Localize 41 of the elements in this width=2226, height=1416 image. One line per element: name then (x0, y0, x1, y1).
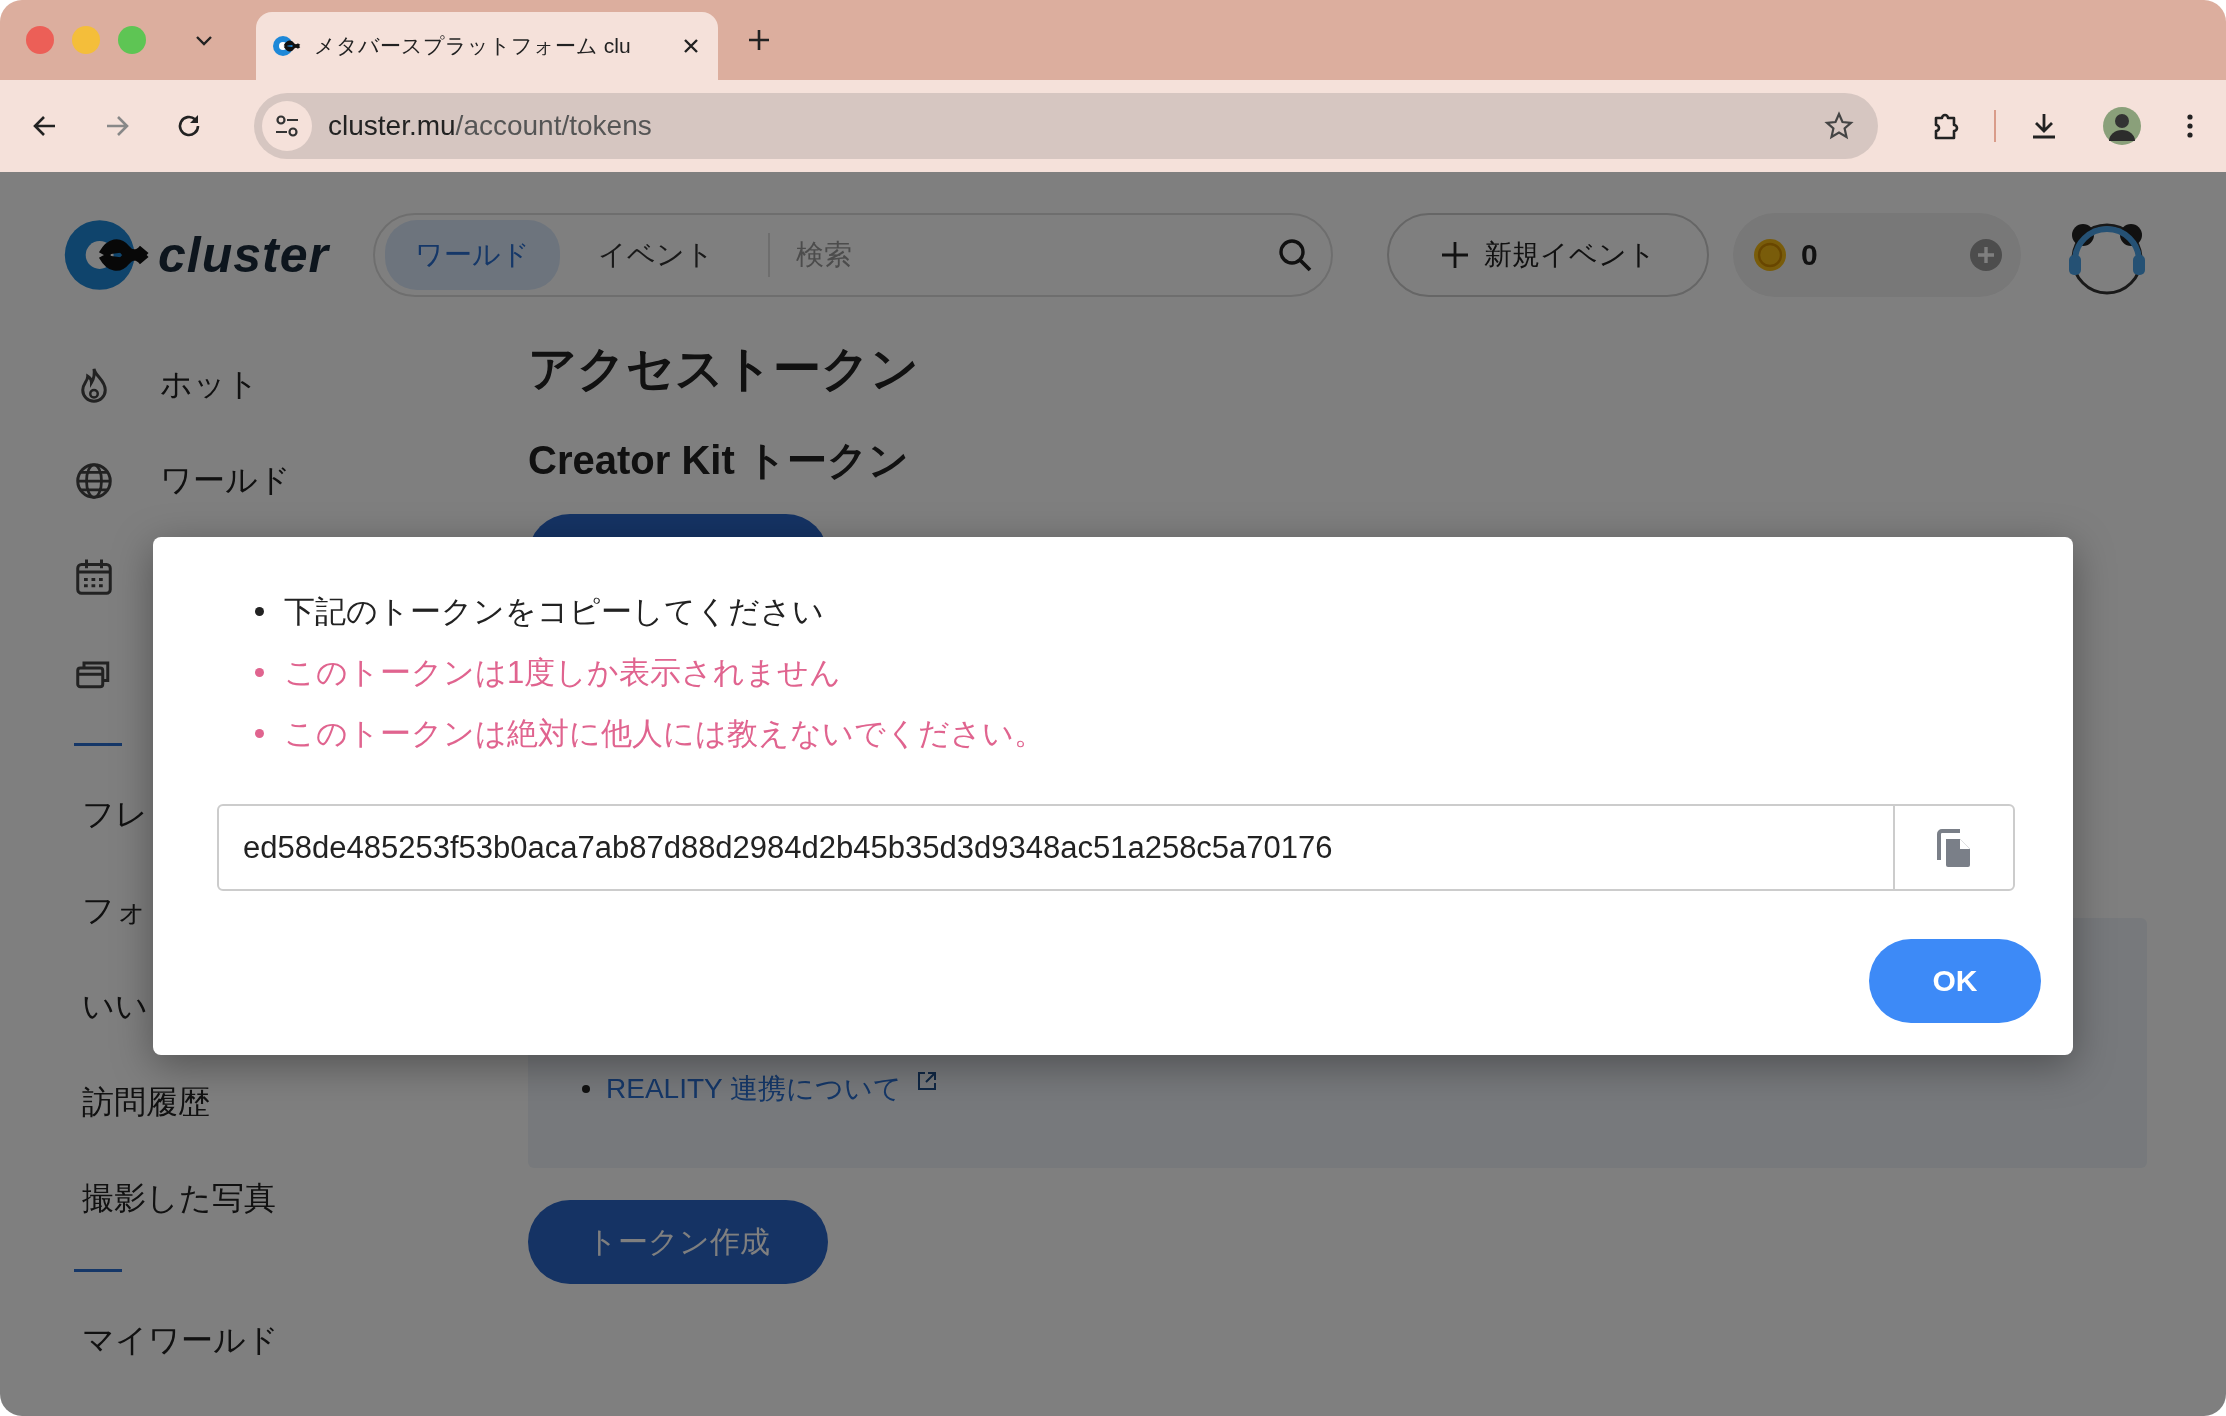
sidebar-item[interactable]: ホット (160, 363, 259, 407)
sidebar-item[interactable]: いい (82, 985, 148, 1029)
plus-icon (1439, 239, 1470, 270)
logo-text[interactable]: cluster (158, 225, 329, 284)
bullet-icon (255, 607, 264, 616)
note-text: 下記のトークンをコピーしてください (284, 592, 824, 631)
section-title: Creator Kit トークン (528, 437, 909, 484)
coin-icon (1752, 237, 1787, 272)
sidebar-item[interactable]: マイワールド (82, 1319, 279, 1363)
external-link-icon (916, 1070, 938, 1092)
sidebar-item[interactable]: フレ (82, 793, 148, 837)
new-tab-icon[interactable] (746, 27, 772, 53)
ok-button[interactable]: OK (1869, 939, 2041, 1023)
url-text: cluster.mu/account/tokens (328, 110, 653, 142)
globe-icon[interactable] (74, 461, 114, 501)
browser-tab[interactable]: メタバースプラットフォーム clu (256, 12, 718, 80)
tab-title: メタバースプラットフォーム clu (314, 33, 632, 59)
sidebar-item[interactable]: 撮影した写真 (82, 1177, 276, 1221)
calendar-icon[interactable] (74, 557, 114, 597)
coin-balance[interactable]: 0 (1732, 212, 2021, 297)
nav-tab[interactable]: イベント (567, 219, 744, 290)
sidebar-item[interactable]: フォ (82, 889, 148, 933)
bullet-icon (255, 729, 264, 738)
nav-tab[interactable]: ワールド (384, 219, 560, 290)
sidebar-item[interactable]: ワールド (160, 459, 291, 503)
note-text: このトークンは絶対に他人には教えないでください。 (284, 714, 1045, 753)
copy-icon (1935, 827, 1973, 868)
page-title: アクセストークン (528, 341, 919, 397)
bookmark-star-icon[interactable] (1824, 111, 1854, 141)
profile-avatar-icon[interactable] (2102, 106, 2142, 146)
reality-link[interactable]: REALITY 連携について (606, 1070, 938, 1108)
sidebar-item[interactable]: 訪問履歴 (82, 1081, 210, 1125)
token-field[interactable]: ed58de485253f53b0aca7ab87d88d2984d2b45b35d3d9348ac51a258c5a70176 (217, 804, 2015, 891)
create-token-button[interactable]: トークン作成 (528, 1200, 828, 1284)
site-logo-icon (272, 34, 302, 58)
bullet-icon (582, 1085, 590, 1093)
note-text: このトークンは1度しか表示されません (284, 653, 842, 692)
address-bar[interactable]: cluster.mu/account/tokens (254, 93, 1878, 159)
coin-count: 0 (1800, 237, 1819, 272)
new-event-button[interactable]: 新規イベント (1386, 212, 1709, 297)
bullet-icon (255, 668, 264, 677)
